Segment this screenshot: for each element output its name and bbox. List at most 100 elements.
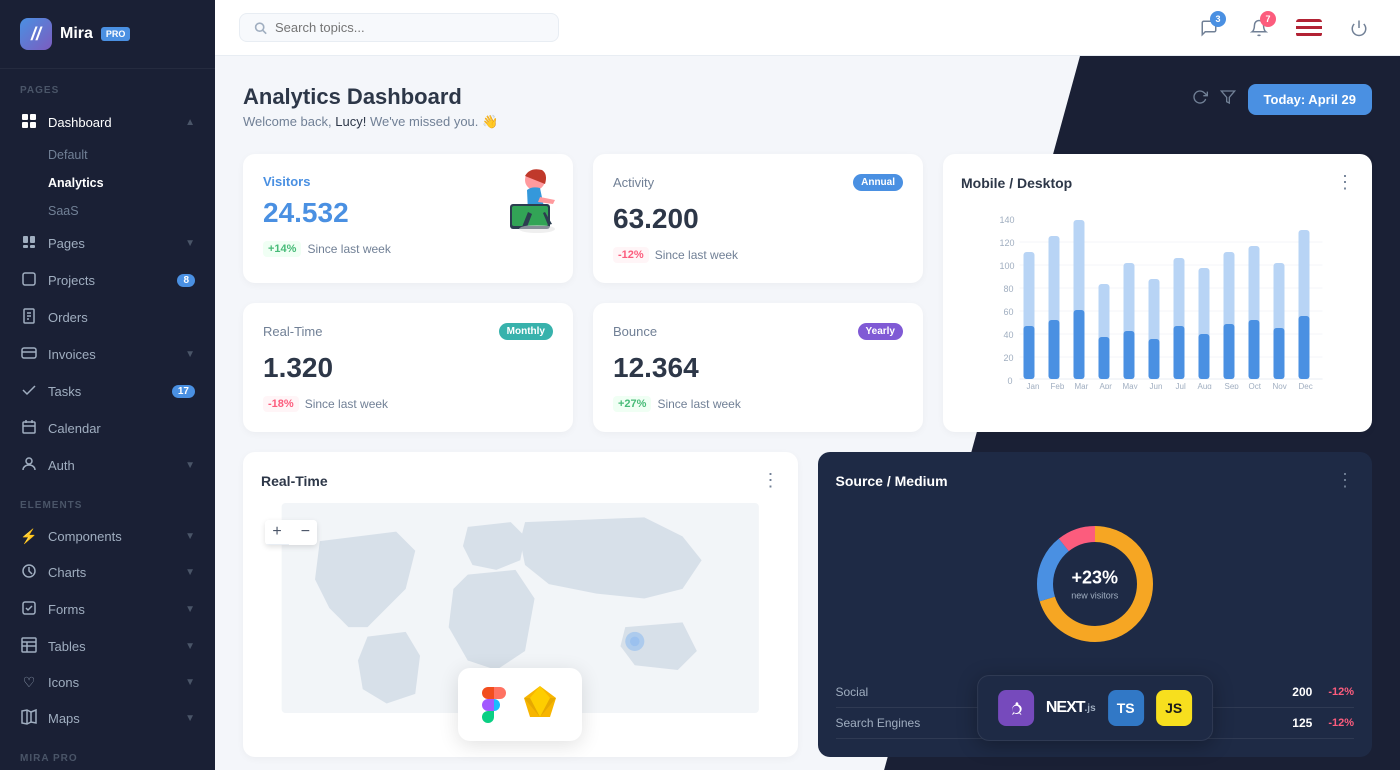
sidebar-item-tables[interactable]: Tables ▼ (0, 628, 215, 665)
chart-menu-icon[interactable]: ⋮ (1336, 172, 1354, 193)
projects-icon (20, 271, 38, 290)
invoices-label: Invoices (48, 347, 175, 362)
maps-label: Maps (48, 711, 175, 726)
icons-arrow-icon: ▼ (185, 677, 195, 688)
filter-icon[interactable] (1220, 89, 1236, 110)
sidebar-item-calendar[interactable]: Calendar (0, 410, 215, 447)
sidebar-logo: // Mira PRO (0, 0, 215, 69)
auth-icon (20, 456, 38, 475)
projects-badge: 8 (177, 274, 195, 287)
auth-arrow-icon: ▼ (185, 460, 195, 471)
dashboard-icon (20, 113, 38, 132)
svg-text:40: 40 (1003, 330, 1013, 340)
source-menu-icon[interactable]: ⋮ (1336, 470, 1354, 491)
bounce-badge: Yearly (858, 323, 903, 340)
svg-text:Jan: Jan (1026, 382, 1039, 389)
svg-text:Jul: Jul (1175, 382, 1185, 389)
power-icon (1350, 19, 1368, 37)
search-icon (254, 21, 267, 35)
sidebar-item-maps[interactable]: Maps ▼ (0, 700, 215, 737)
projects-label: Projects (48, 273, 167, 288)
realtime-header: Real-Time Monthly (263, 323, 553, 340)
power-button[interactable] (1342, 11, 1376, 45)
components-label: Components (48, 529, 175, 544)
language-selector[interactable] (1292, 11, 1326, 45)
javascript-logo: JS (1156, 690, 1192, 726)
bottom-row: Real-Time ⋮ + − (243, 452, 1372, 757)
mobile-desktop-chart: Mobile / Desktop ⋮ 0 20 40 60 80 100 (943, 154, 1372, 432)
notifications-button[interactable]: 3 (1192, 11, 1226, 45)
tables-label: Tables (48, 639, 175, 654)
svg-text:Sep: Sep (1224, 382, 1239, 389)
logo-text: Mira (60, 25, 93, 43)
sidebar-item-tasks[interactable]: Tasks 17 (0, 373, 215, 410)
sidebar-item-invoices[interactable]: Invoices ▼ (0, 336, 215, 373)
stat-cards-col2: Activity Annual 63.200 -12% Since last w… (593, 154, 923, 432)
maps-icon (20, 709, 38, 728)
map-title: Real-Time (261, 473, 328, 489)
tables-icon (20, 637, 38, 656)
bounce-card: Bounce Yearly 12.364 +27% Since last wee… (593, 303, 923, 432)
svg-text:0: 0 (1007, 376, 1012, 386)
charts-icon (20, 563, 38, 582)
invoices-arrow-icon: ▼ (185, 349, 195, 360)
bounce-footer: +27% Since last week (613, 396, 903, 412)
sidebar-item-projects[interactable]: Projects 8 (0, 262, 215, 299)
visitors-footer: +14% Since last week (263, 241, 553, 257)
realtime-badge: Monthly (499, 323, 553, 340)
realtime-change: -18% (263, 396, 299, 412)
nextjs-logo: NEXT .js (1046, 699, 1096, 717)
zoom-in-button[interactable]: + (265, 521, 289, 545)
logo-icon: // (20, 18, 52, 50)
realtime-label: Real-Time (263, 324, 322, 339)
pages-arrow-icon: ▼ (185, 238, 195, 249)
svg-text:140: 140 (999, 215, 1014, 225)
search-box[interactable] (239, 13, 559, 42)
donut-label: new visitors (1071, 591, 1118, 601)
figma-logo (482, 687, 506, 723)
bounce-change: +27% (613, 396, 651, 412)
sidebar-item-auth[interactable]: Auth ▼ (0, 447, 215, 484)
alerts-button[interactable]: 7 (1242, 11, 1276, 45)
chart-header: Mobile / Desktop ⋮ (961, 172, 1354, 193)
components-arrow-icon: ▼ (185, 531, 195, 542)
icons-icon: ♡ (20, 674, 38, 691)
calendar-icon (20, 419, 38, 438)
sidebar-item-components[interactable]: ⚡ Components ▼ (0, 519, 215, 554)
sidebar-subitem-default[interactable]: Default (48, 141, 215, 169)
visitors-card: Visitors 24.532 +14% Since last week (243, 154, 573, 283)
today-button[interactable]: Today: April 29 (1248, 84, 1372, 115)
calendar-label: Calendar (48, 421, 195, 436)
redux-logo (998, 690, 1034, 726)
pages-icon (20, 234, 38, 253)
refresh-icon[interactable] (1192, 89, 1208, 110)
page-title: Analytics Dashboard (243, 84, 498, 110)
map-card-header: Real-Time ⋮ (261, 470, 780, 491)
sidebar-item-charts[interactable]: Charts ▼ (0, 554, 215, 591)
sketch-icon (522, 684, 558, 720)
svg-text:20: 20 (1003, 353, 1013, 363)
sidebar-subitem-analytics[interactable]: Analytics (48, 169, 215, 197)
integration-card (458, 668, 582, 741)
invoices-icon (20, 345, 38, 364)
search-input[interactable] (275, 20, 544, 35)
search-value: 125 (1292, 716, 1312, 730)
sidebar-subitem-saas[interactable]: SaaS (48, 197, 215, 225)
social-value: 200 (1292, 685, 1312, 699)
sidebar-item-pages[interactable]: Pages ▼ (0, 225, 215, 262)
forms-icon (20, 600, 38, 619)
sidebar-item-orders[interactable]: Orders (0, 299, 215, 336)
svg-text:Oct: Oct (1248, 382, 1261, 389)
sidebar-item-dashboard[interactable]: Dashboard ▲ (0, 104, 215, 141)
realtime-value: 1.320 (263, 352, 553, 384)
zoom-out-button[interactable]: − (293, 520, 317, 544)
map-menu-icon[interactable]: ⋮ (762, 470, 780, 491)
sidebar-item-icons[interactable]: ♡ Icons ▼ (0, 665, 215, 700)
tables-arrow-icon: ▼ (185, 641, 195, 652)
charts-label: Charts (48, 565, 175, 580)
svg-text:Feb: Feb (1050, 382, 1064, 389)
donut-percent: +23% (1071, 568, 1118, 589)
donut-chart: +23% new visitors (1030, 519, 1160, 649)
sidebar-item-forms[interactable]: Forms ▼ (0, 591, 215, 628)
sketch-logo (522, 684, 558, 725)
